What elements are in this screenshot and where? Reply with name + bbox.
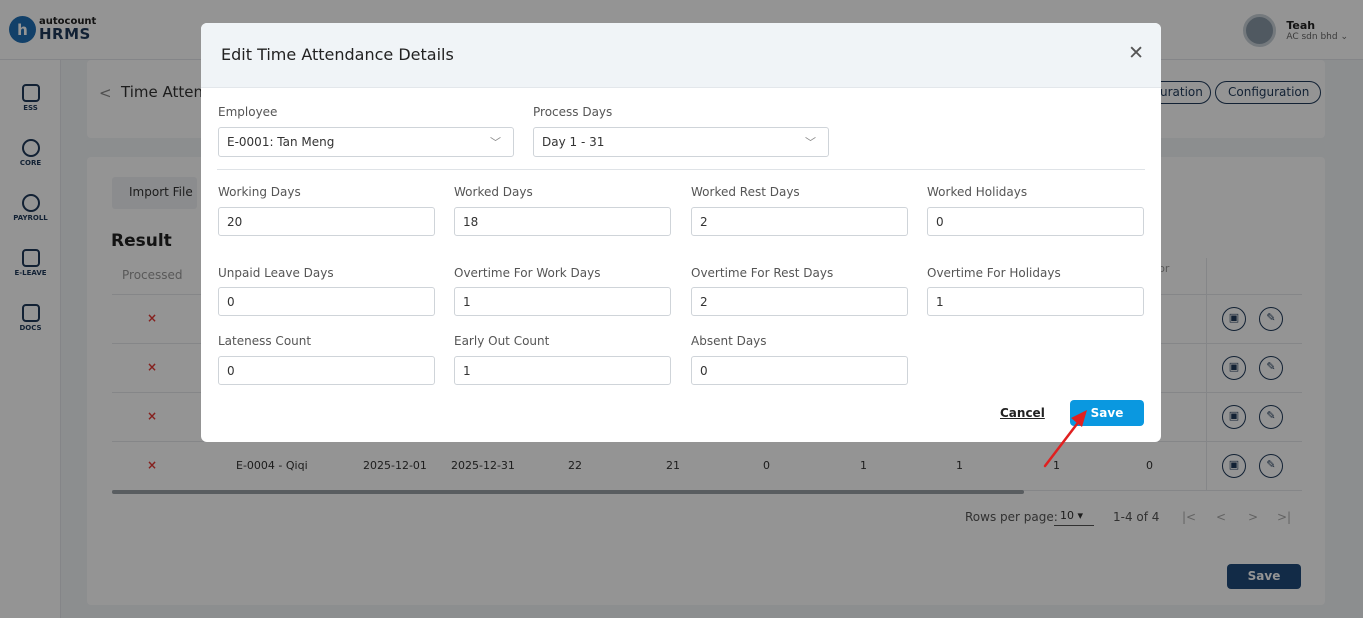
annotation-arrow-icon xyxy=(1043,410,1087,468)
